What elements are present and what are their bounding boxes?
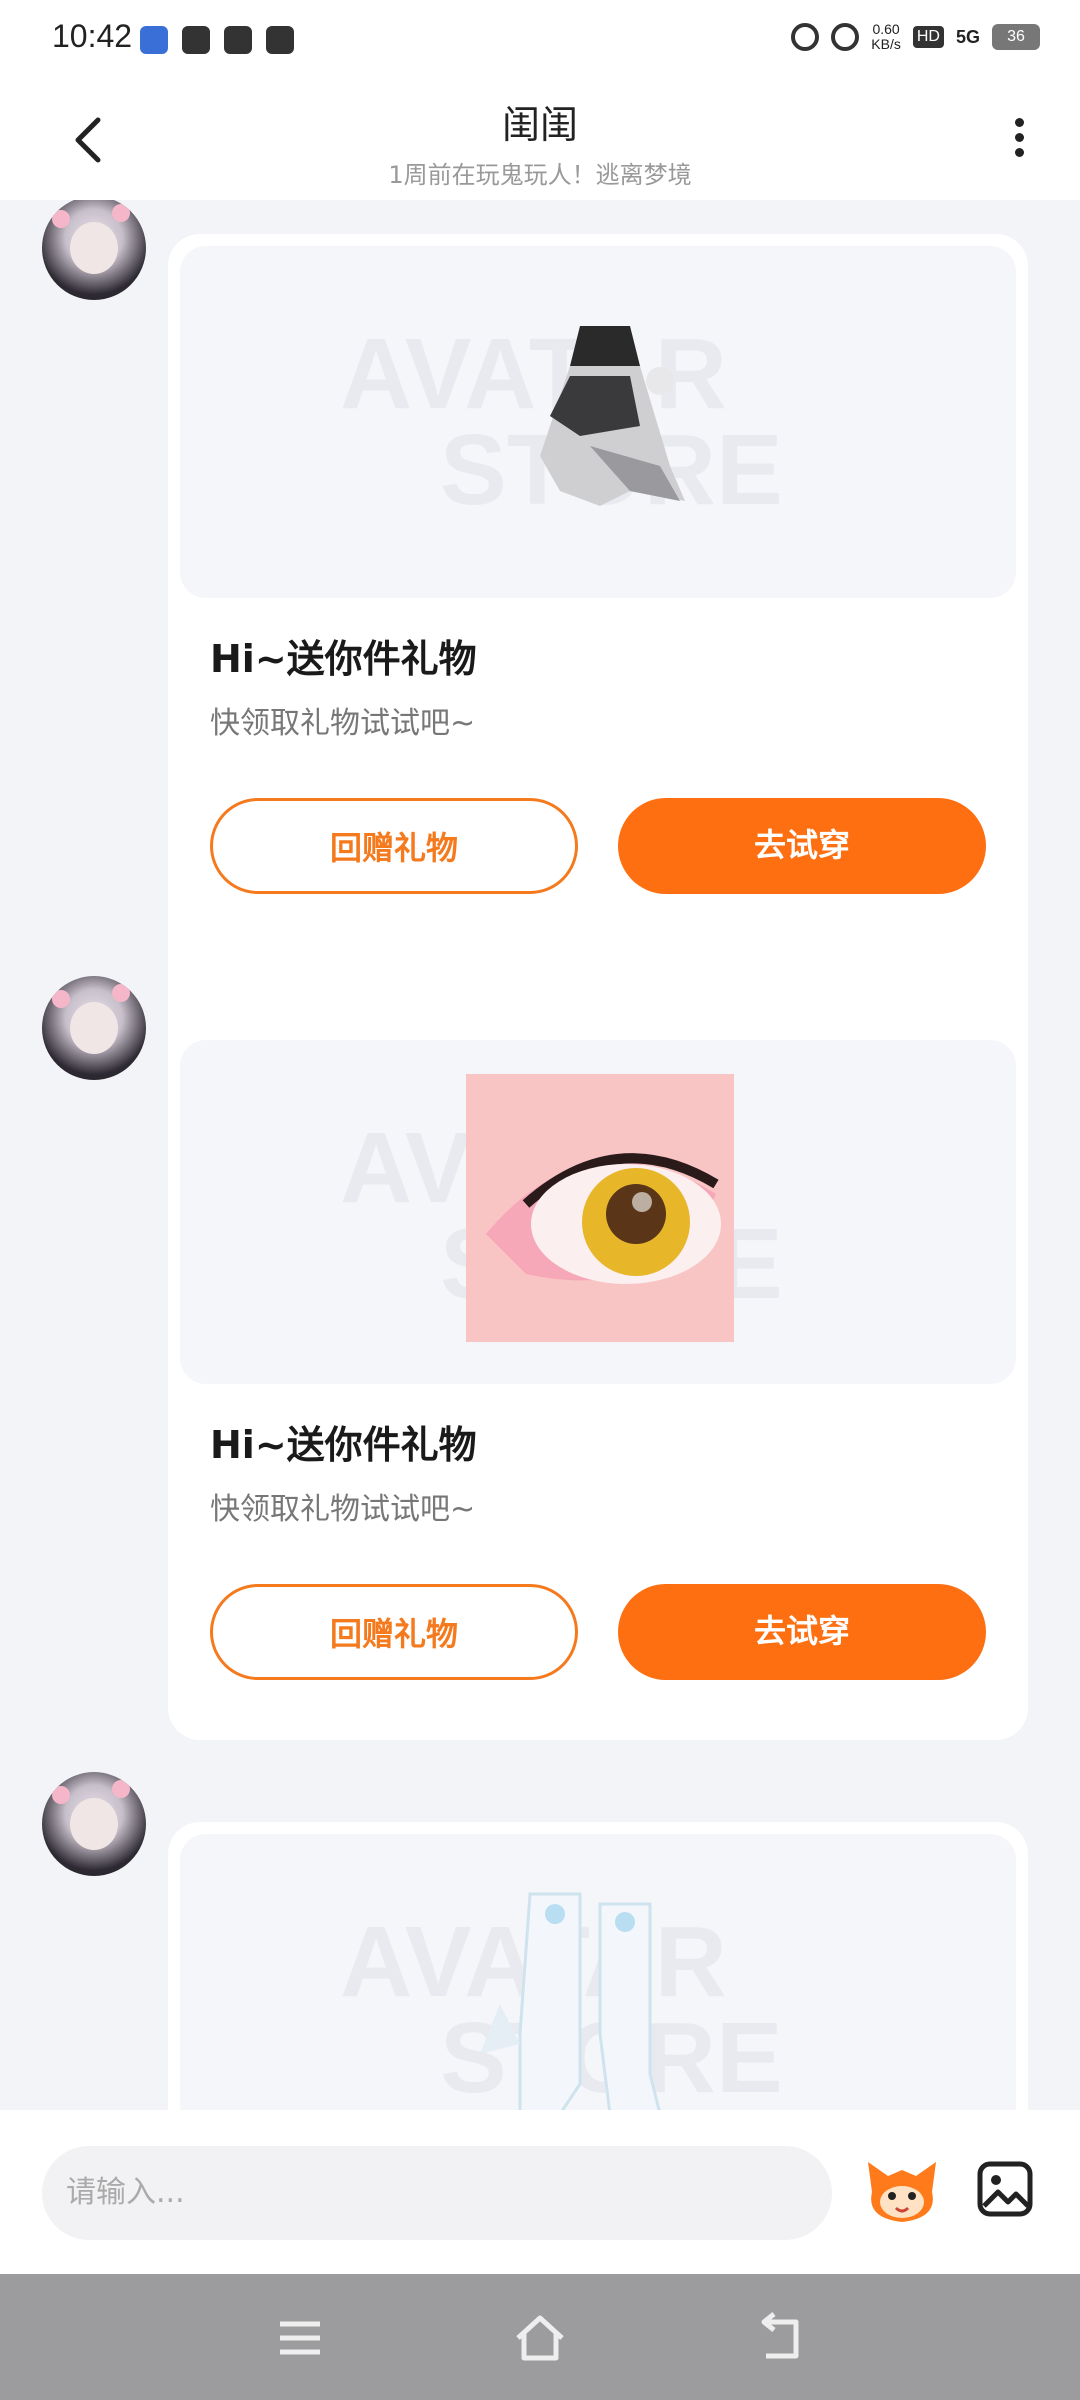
gift-title: Hi~送你件礼物: [210, 637, 477, 681]
avatar-flower: [112, 204, 130, 222]
avatar[interactable]: [42, 1772, 146, 1876]
avatar-flower: [112, 984, 130, 1002]
input-bar: 请输入...: [0, 2110, 1080, 2274]
avatar-flower: [52, 1786, 70, 1804]
alarm-icon: [791, 23, 820, 51]
gift-card: AVATAR STORE Hi~送你件礼物 快领取礼物试试吧~ 回赠礼物 去试穿: [168, 234, 1028, 1148]
system-nav-bar: [0, 2274, 1080, 2400]
gift-image-box: AVATAR STORE: [180, 246, 1016, 598]
avatar-flower: [112, 1780, 130, 1798]
dress-item-image: [540, 326, 685, 506]
battery-icon: 36: [992, 24, 1040, 50]
app-notification-icon: [140, 26, 168, 54]
back-nav-icon[interactable]: [752, 2310, 808, 2366]
fox-mascot-icon[interactable]: [862, 2154, 942, 2226]
more-button[interactable]: [994, 112, 1044, 172]
avatar-flower: [52, 990, 70, 1008]
signal-5g: 5G: [955, 26, 980, 47]
menu-icon[interactable]: [272, 2310, 328, 2366]
status-right: 0.60 KB/s HD 5G 36: [791, 22, 1040, 52]
chat-list[interactable]: AVATAR STORE Hi~送你件礼物 快领取礼物试试吧~ 回赠礼物 去试穿…: [0, 200, 1080, 2110]
try-on-button[interactable]: 去试穿: [618, 798, 986, 894]
return-gift-button[interactable]: 回赠礼物: [210, 798, 578, 894]
avatar-face: [70, 1798, 118, 1850]
status-time: 10:42: [52, 18, 133, 54]
more-dot: [1014, 148, 1024, 157]
avatar-face: [70, 222, 118, 274]
gift-image-box: AVATAR STORE: [180, 1040, 1016, 1384]
gift-card: AVATAR STORE: [168, 1822, 1028, 2110]
avatar-flower: [52, 210, 70, 228]
gift-subtitle: 快领取礼物试试吧~: [210, 1492, 476, 1527]
home-icon[interactable]: [512, 2310, 568, 2366]
status-bar: 10:42 0.60 KB/s HD 5G 36: [0, 0, 1080, 80]
chat-header: 闺闺 1周前在玩鬼玩人！逃离梦境: [0, 80, 1080, 200]
mute-icon: [831, 23, 860, 51]
boots-item-image: [480, 1892, 661, 2110]
more-dot: [1014, 133, 1024, 142]
gift-image-box: AVATAR STORE: [180, 1834, 1016, 2110]
avatar[interactable]: [42, 200, 146, 300]
gift-subtitle: 快领取礼物试试吧~: [210, 706, 476, 741]
message-input[interactable]: 请输入...: [42, 2146, 832, 2240]
more-vertical-icon: [1014, 118, 1024, 127]
net-speed-unit: KB/s: [871, 36, 901, 52]
net-speed-value: 0.60: [872, 21, 900, 37]
notification-icons: [140, 26, 294, 54]
hd-badge: HD: [912, 26, 944, 48]
gift-card: AVATAR STORE Hi~送你件礼物 快领取礼物试试吧~ 回赠礼物 去试穿: [168, 1028, 1028, 1740]
image-icon[interactable]: [976, 2160, 1034, 2218]
mail-icon: [224, 26, 252, 54]
try-on-button[interactable]: 去试穿: [618, 1584, 986, 1680]
planet-icon: [266, 26, 294, 54]
avatar-face: [70, 1002, 118, 1054]
gift-title: Hi~送你件礼物: [210, 1423, 477, 1467]
avatar[interactable]: [42, 976, 146, 1080]
return-gift-button[interactable]: 回赠礼物: [210, 1584, 578, 1680]
net-speed: 0.60 KB/s: [871, 22, 901, 52]
cloud-icon: [182, 26, 210, 54]
eye-makeup-image: [466, 1074, 734, 1342]
page-title: 闺闺: [501, 103, 578, 147]
page-subtitle: 1周前在玩鬼玩人！逃离梦境: [388, 161, 692, 189]
